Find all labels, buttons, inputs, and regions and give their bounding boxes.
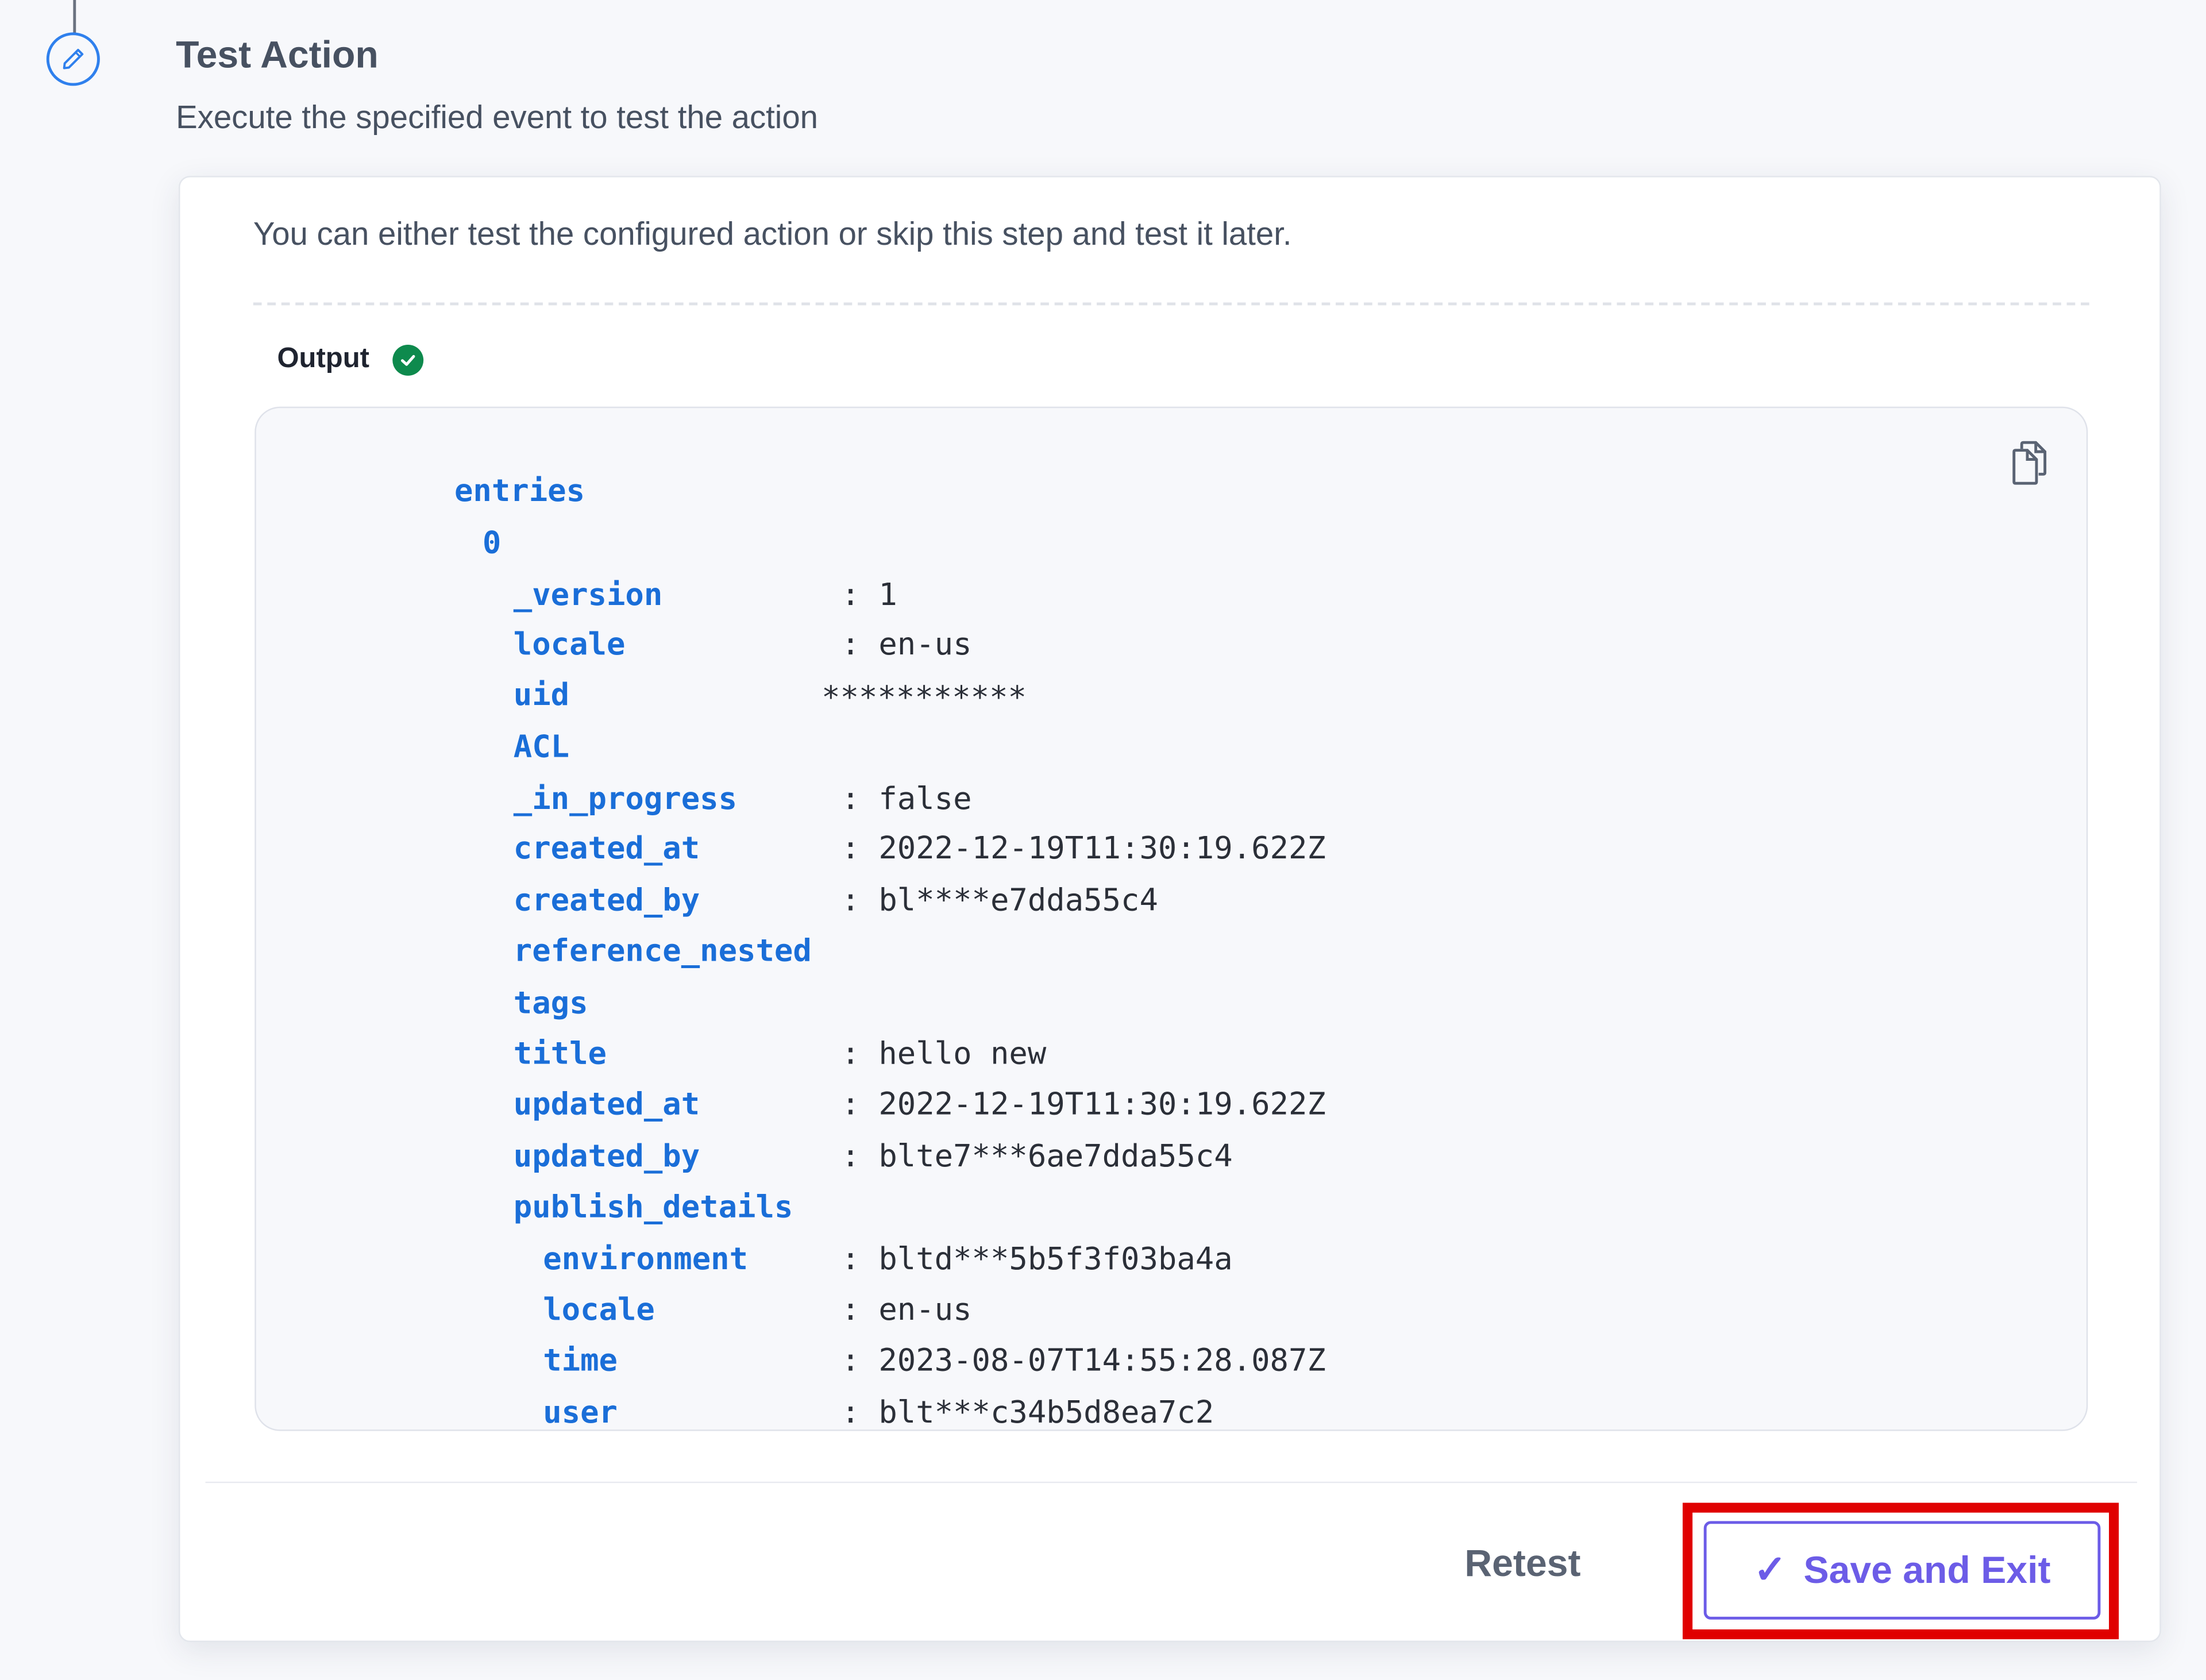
save-and-exit-button[interactable]: ✓ Save and Exit bbox=[1703, 1521, 2101, 1620]
pencil-icon-glyph bbox=[63, 48, 84, 70]
page: Test Action Execute the specified event … bbox=[0, 0, 2206, 1680]
test-action-card: You can either test the configured actio… bbox=[179, 176, 2161, 1642]
card-intro-text: You can either test the configured actio… bbox=[253, 215, 1292, 252]
code-value: bl****e7dda55c4 bbox=[878, 883, 1158, 919]
save-and-exit-label: Save and Exit bbox=[1803, 1548, 2051, 1591]
code-key: user bbox=[543, 1396, 618, 1431]
code-line: user bbox=[394, 1359, 618, 1469]
timeline-connector bbox=[73, 0, 76, 34]
code-value: *********** bbox=[822, 681, 1027, 716]
success-check-icon bbox=[392, 344, 423, 375]
pencil-icon bbox=[46, 32, 100, 86]
footer-divider bbox=[205, 1481, 2138, 1484]
code-value-line: *********** bbox=[673, 645, 1027, 754]
divider bbox=[253, 302, 2089, 306]
copy-icon[interactable] bbox=[2008, 439, 2050, 487]
output-header: Output bbox=[277, 344, 423, 376]
code-colon: : bbox=[841, 1139, 879, 1175]
checkmark-icon: ✓ bbox=[1753, 1547, 1787, 1592]
code-value: blt***c34b5d8ea7c2 bbox=[878, 1396, 1214, 1431]
retest-button[interactable]: Retest bbox=[1464, 1542, 1580, 1586]
code-value-line: : blt***c34b5d8ea7c2 bbox=[692, 1359, 1214, 1469]
code-colon: : bbox=[841, 1396, 879, 1431]
output-label: Output bbox=[277, 343, 369, 375]
step-subtitle: Execute the specified event to test the … bbox=[176, 98, 818, 136]
check-icon-glyph bbox=[400, 354, 415, 365]
output-code-box: entries 0 _version : 1 locale : en-us ui… bbox=[254, 406, 2088, 1431]
step-title: Test Action bbox=[176, 33, 379, 76]
copy-icon-glyph bbox=[2012, 441, 2047, 485]
code-value: blte7***6ae7dda55c4 bbox=[878, 1139, 1233, 1175]
code-colon: : bbox=[841, 883, 879, 919]
